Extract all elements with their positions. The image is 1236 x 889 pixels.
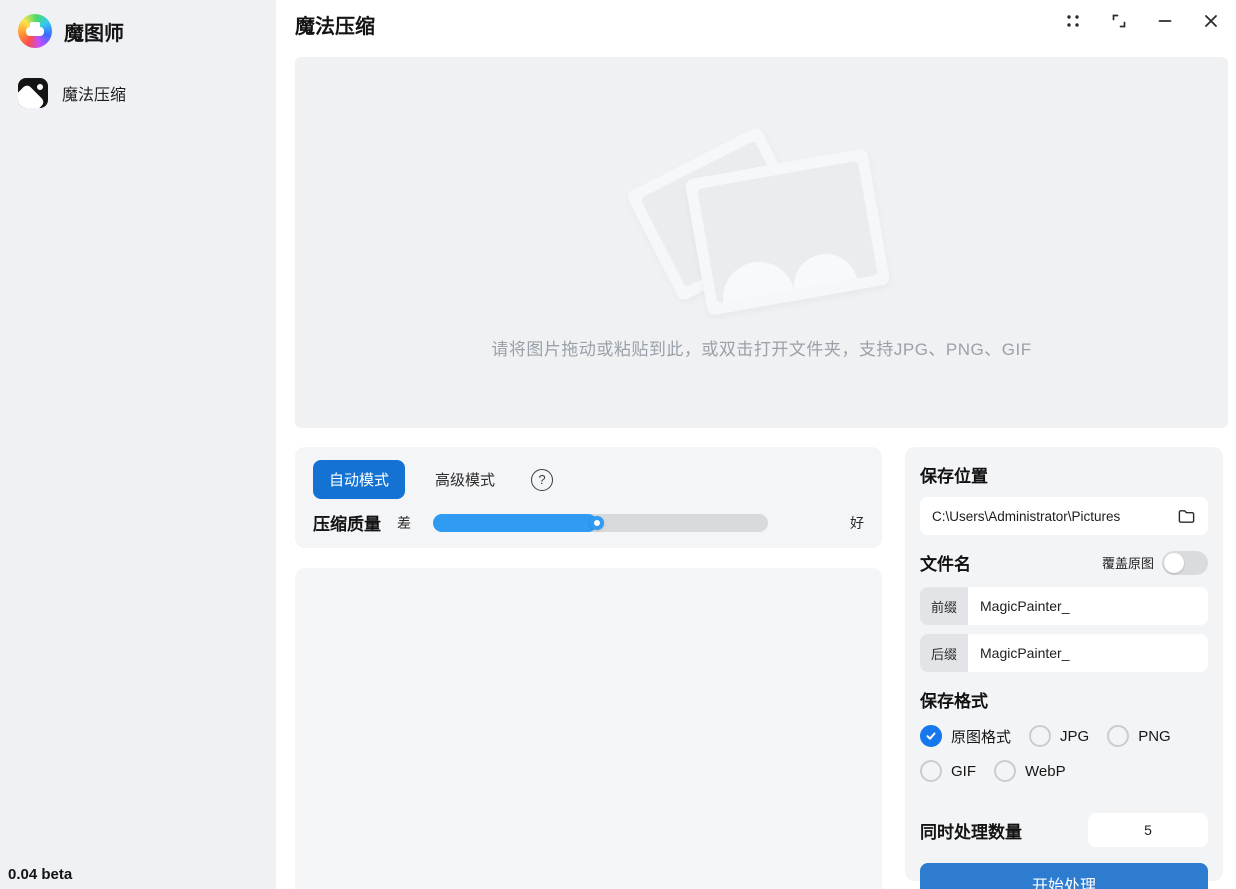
- slider-fill: [433, 514, 597, 532]
- start-processing-button[interactable]: 开始处理: [920, 863, 1208, 889]
- radio-gif[interactable]: GIF: [920, 760, 976, 782]
- sidebar-item-magic-compress[interactable]: 魔法压缩: [0, 66, 276, 120]
- tab-advanced-mode[interactable]: 高级模式: [419, 460, 511, 499]
- folder-icon[interactable]: [1176, 506, 1196, 526]
- radio-circle: [1029, 725, 1051, 747]
- save-path-box: [920, 497, 1208, 535]
- filename-row: 文件名 覆盖原图: [920, 550, 1208, 575]
- photo-placeholder-icon: [637, 135, 887, 325]
- quality-max-label: 好: [850, 513, 864, 533]
- quality-label: 压缩质量: [313, 510, 397, 535]
- page-title: 魔法压缩: [295, 10, 375, 39]
- quality-slider[interactable]: [433, 514, 768, 532]
- sidebar-item-label: 魔法压缩: [62, 81, 126, 105]
- sidebar: 魔图师 魔法压缩 0.04 beta: [0, 0, 276, 889]
- prefix-row: 前缀: [920, 587, 1208, 625]
- minimize-icon[interactable]: [1154, 10, 1176, 32]
- concurrency-label: 同时处理数量: [920, 818, 1022, 843]
- save-settings-panel: 保存位置 文件名 覆盖原图 前缀 后缀 保存格式 原图格式: [905, 447, 1223, 881]
- radio-png[interactable]: PNG: [1107, 725, 1171, 747]
- save-path-input[interactable]: [932, 509, 1176, 524]
- app-header: 魔图师: [0, 0, 276, 58]
- format-radio-row-1: 原图格式 JPG PNG: [920, 725, 1208, 747]
- close-icon[interactable]: [1200, 10, 1222, 32]
- quality-min-label: 差: [397, 513, 425, 533]
- suffix-row: 后缀: [920, 634, 1208, 672]
- save-location-heading: 保存位置: [920, 462, 1208, 487]
- save-format-heading: 保存格式: [920, 687, 1208, 712]
- prefix-input[interactable]: [968, 587, 1208, 625]
- format-radio-row-2: GIF WebP: [920, 760, 1208, 782]
- app-version: 0.04 beta: [8, 866, 72, 883]
- radio-circle: [1107, 725, 1129, 747]
- radio-circle: [920, 725, 942, 747]
- window-controls: [1062, 10, 1222, 32]
- drop-hint-text: 请将图片拖动或粘贴到此，或双击打开文件夹，支持JPG、PNG、GIF: [295, 335, 1228, 360]
- overwrite-label: 覆盖原图: [1102, 553, 1154, 572]
- tab-auto-mode[interactable]: 自动模式: [313, 460, 405, 499]
- filename-heading: 文件名: [920, 550, 971, 575]
- radio-circle: [920, 760, 942, 782]
- grid-dots-icon[interactable]: [1062, 10, 1084, 32]
- image-icon: [18, 78, 48, 108]
- help-icon[interactable]: ?: [531, 469, 553, 491]
- slider-thumb[interactable]: [590, 516, 604, 530]
- radio-circle: [994, 760, 1016, 782]
- concurrency-input[interactable]: [1088, 813, 1208, 847]
- overwrite-toggle[interactable]: [1162, 551, 1208, 575]
- app-logo-icon: [18, 14, 52, 48]
- radio-jpg[interactable]: JPG: [1029, 725, 1089, 747]
- app-name: 魔图师: [64, 17, 124, 46]
- radio-original-format[interactable]: 原图格式: [920, 725, 1011, 747]
- fullscreen-icon[interactable]: [1108, 10, 1130, 32]
- prefix-tag: 前缀: [920, 587, 968, 625]
- suffix-input[interactable]: [968, 634, 1208, 672]
- compression-mode-panel: 自动模式 高级模式 ? 压缩质量 差 好: [295, 447, 882, 548]
- image-drop-zone[interactable]: 请将图片拖动或粘贴到此，或双击打开文件夹，支持JPG、PNG、GIF: [295, 57, 1228, 428]
- file-list-panel: [295, 568, 882, 889]
- radio-webp[interactable]: WebP: [994, 760, 1066, 782]
- mode-tabs: 自动模式 高级模式 ?: [313, 460, 864, 499]
- concurrency-row: 同时处理数量: [920, 813, 1208, 847]
- quality-row: 压缩质量 差 好: [313, 510, 864, 535]
- suffix-tag: 后缀: [920, 634, 968, 672]
